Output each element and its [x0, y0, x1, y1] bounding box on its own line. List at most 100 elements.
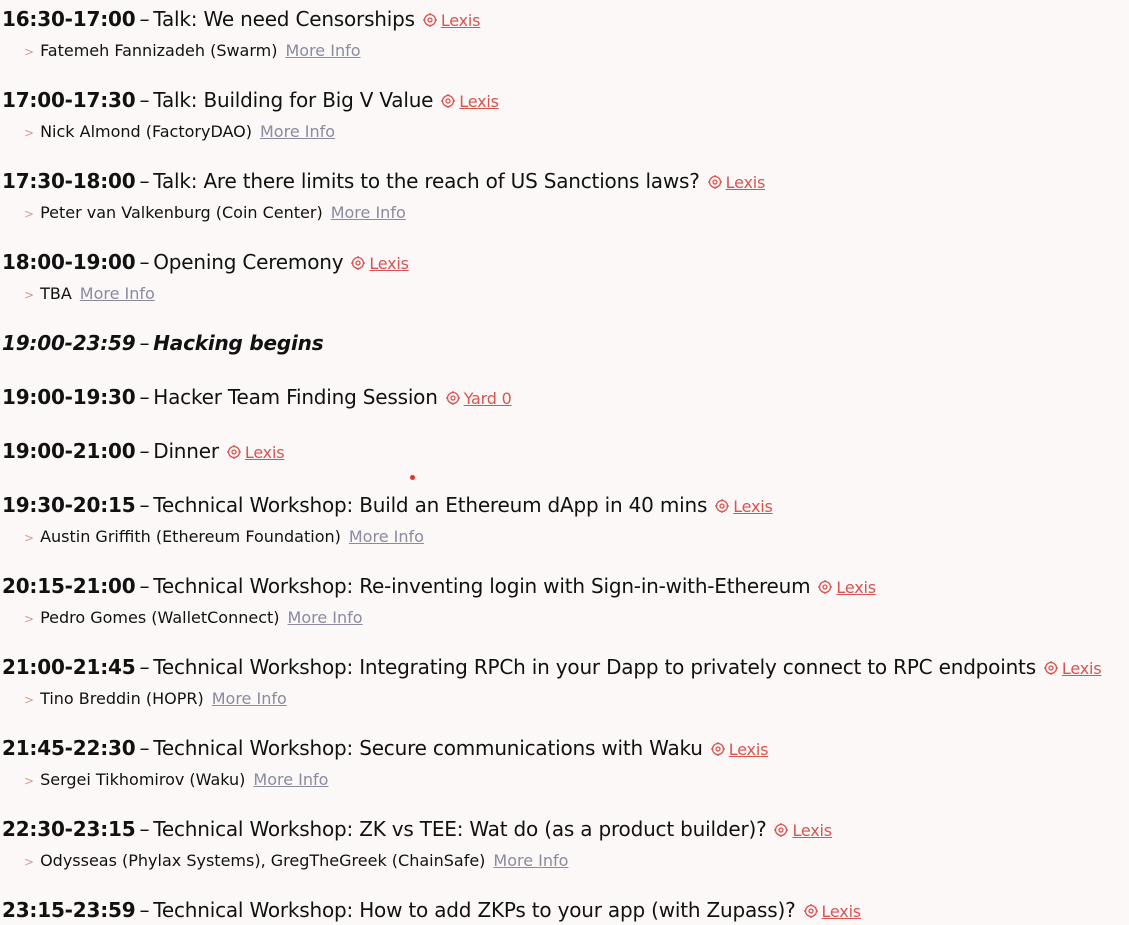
entry-title-line: 19:30-20:15– Technical Workshop: Build an… — [2, 492, 773, 520]
location-link[interactable]: Lexis — [792, 821, 832, 840]
entry-time: 21:00-21:45 — [2, 655, 136, 679]
location-pin-icon — [422, 13, 437, 27]
more-info-link[interactable]: More Info — [288, 608, 363, 627]
location-link[interactable]: Lexis — [836, 578, 876, 597]
entry-title-line: 22:30-23:15– Technical Workshop: ZK vs TE… — [2, 816, 832, 844]
entry-dash: – — [139, 331, 150, 355]
location-pin-icon — [803, 904, 818, 918]
more-info-link[interactable]: More Info — [212, 689, 287, 708]
entry-dash: – — [139, 655, 150, 679]
schedule-entry: 19:30-20:15– Technical Workshop: Build an… — [2, 492, 773, 549]
chevron-right-icon: > — [24, 207, 35, 221]
entry-location: Lexis — [707, 173, 766, 192]
schedule-entry: 21:00-21:45– Technical Workshop: Integrat… — [2, 654, 1102, 711]
entry-event: Technical Workshop: Integrating RPCh in … — [153, 655, 1036, 679]
entry-dash: – — [139, 250, 150, 274]
more-info-link[interactable]: More Info — [285, 41, 360, 60]
location-link[interactable]: Lexis — [441, 11, 481, 30]
entry-speaker-line: > Austin Griffith (Ethereum Foundation) Mo… — [24, 526, 773, 549]
cursor-dot — [410, 475, 415, 480]
schedule-entry: 20:15-21:00– Technical Workshop: Re-inven… — [2, 573, 876, 630]
entry-dash: – — [139, 736, 150, 760]
speaker-name: Odysseas (Phylax Systems), GregTheGreek … — [40, 851, 486, 870]
location-pin-icon — [226, 445, 241, 459]
entry-time: 17:00-17:30 — [2, 88, 136, 112]
entry-title-line: 23:15-23:59– Technical Workshop: How to a… — [2, 897, 861, 925]
location-link[interactable]: Lexis — [1062, 659, 1102, 678]
entry-location: Lexis — [803, 902, 862, 921]
entry-dash: – — [139, 493, 150, 517]
location-link[interactable]: Lexis — [726, 173, 766, 192]
entry-event: Hacker Team Finding Session — [153, 385, 438, 409]
entry-dash: – — [139, 169, 150, 193]
entry-speaker-line: > TBA More Info — [24, 283, 409, 306]
entry-event: Technical Workshop: ZK vs TEE: Wat do (a… — [153, 817, 767, 841]
location-link[interactable]: Lexis — [733, 497, 773, 516]
location-link[interactable]: Lexis — [369, 254, 409, 273]
entry-time: 17:30-18:00 — [2, 169, 136, 193]
location-pin-icon — [445, 391, 460, 405]
entry-location: Lexis — [774, 821, 832, 840]
entry-time: 22:30-23:15 — [2, 817, 136, 841]
entry-time: 16:30-17:00 — [2, 7, 136, 31]
entry-dash: – — [139, 574, 150, 598]
more-info-link[interactable]: More Info — [349, 527, 424, 546]
entry-dash: – — [139, 898, 150, 922]
schedule-entry: 17:30-18:00– Talk: Are there limits to th… — [2, 168, 765, 225]
more-info-link[interactable]: More Info — [253, 770, 328, 789]
entry-event: Talk: We need Censorships — [153, 7, 415, 31]
schedule-entry: 17:00-17:30– Talk: Building for Big V Val… — [2, 87, 499, 144]
schedule-entry: 22:30-23:15– Technical Workshop: ZK vs TE… — [2, 816, 832, 873]
entry-title-line: 21:45-22:30– Technical Workshop: Secure c… — [2, 735, 768, 763]
schedule-entry: 19:00-23:59– Hacking begins — [2, 330, 324, 356]
entry-location: Lexis — [715, 497, 773, 516]
entry-event: Technical Workshop: Build an Ethereum dA… — [153, 493, 708, 517]
entry-time: 23:15-23:59 — [2, 898, 136, 922]
schedule-entry: 19:00-21:00– Dinner Lexis — [2, 438, 285, 466]
speaker-name: Nick Almond (FactoryDAO) — [40, 122, 252, 141]
entry-time: 21:45-22:30 — [2, 736, 136, 760]
more-info-link[interactable]: More Info — [260, 122, 335, 141]
entry-location: Lexis — [351, 254, 409, 273]
location-pin-icon — [710, 742, 725, 756]
chevron-right-icon: > — [24, 126, 35, 140]
more-info-link[interactable]: More Info — [331, 203, 406, 222]
schedule-entry: 23:15-23:59– Technical Workshop: How to a… — [2, 897, 861, 925]
entry-time: 19:00-21:00 — [2, 439, 136, 463]
entry-event: Technical Workshop: Secure communication… — [153, 736, 703, 760]
entry-time: 19:30-20:15 — [2, 493, 136, 517]
speaker-name: Austin Griffith (Ethereum Foundation) — [40, 527, 341, 546]
entry-event: Hacking begins — [153, 331, 324, 355]
location-link[interactable]: Lexis — [822, 902, 862, 921]
schedule-entry: 21:45-22:30– Technical Workshop: Secure c… — [2, 735, 768, 792]
location-pin-icon — [351, 256, 366, 270]
entry-dash: – — [139, 439, 150, 463]
entry-location: Yard 0 — [445, 389, 512, 408]
more-info-link[interactable]: More Info — [493, 851, 568, 870]
chevron-right-icon: > — [24, 693, 35, 707]
entry-speaker-line: > Odysseas (Phylax Systems), GregTheGreek… — [24, 850, 832, 873]
speaker-name: Sergei Tikhomirov (Waku) — [40, 770, 246, 789]
schedule-entry: 18:00-19:00– Opening Ceremony Lexis > TBA Mor… — [2, 249, 409, 306]
entry-event: Talk: Building for Big V Value — [153, 88, 434, 112]
chevron-right-icon: > — [24, 531, 35, 545]
location-link[interactable]: Lexis — [729, 740, 769, 759]
speaker-name: Tino Breddin (HOPR) — [40, 689, 204, 708]
entry-time: 19:00-23:59 — [2, 331, 136, 355]
speaker-name: TBA — [40, 284, 72, 303]
location-pin-icon — [818, 580, 833, 594]
location-link[interactable]: Lexis — [459, 92, 499, 111]
location-pin-icon — [715, 499, 730, 513]
location-link[interactable]: Lexis — [245, 443, 285, 462]
location-link[interactable]: Yard 0 — [464, 389, 512, 408]
entry-time: 20:15-21:00 — [2, 574, 136, 598]
chevron-right-icon: > — [24, 612, 35, 626]
entry-title-line: 19:00-23:59– Hacking begins — [2, 330, 324, 356]
entry-speaker-line: > Sergei Tikhomirov (Waku) More Info — [24, 769, 768, 792]
entry-title-line: 19:00-21:00– Dinner Lexis — [2, 438, 285, 466]
entry-event: Talk: Are there limits to the reach of U… — [153, 169, 700, 193]
entry-event: Technical Workshop: How to add ZKPs to y… — [153, 898, 796, 922]
entry-title-line: 16:30-17:00– Talk: We need Censorships Lex… — [2, 6, 480, 34]
entry-dash: – — [139, 817, 150, 841]
more-info-link[interactable]: More Info — [80, 284, 155, 303]
